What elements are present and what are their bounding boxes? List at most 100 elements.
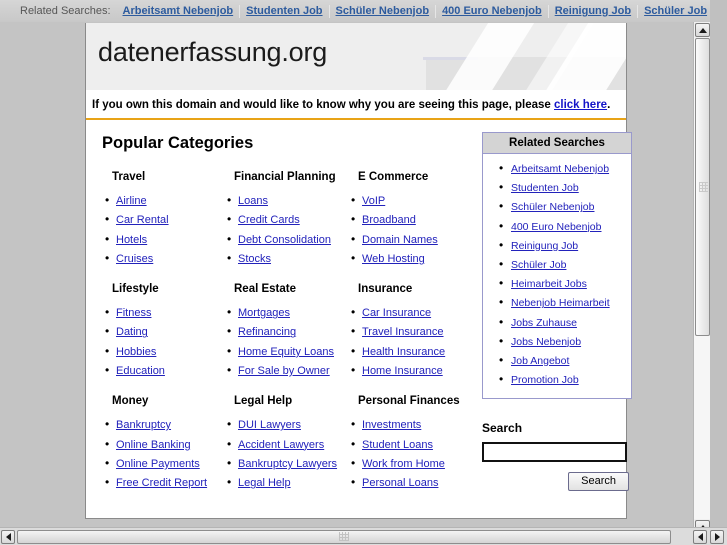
category-link[interactable]: Web Hosting — [362, 253, 425, 265]
sidebar-search-link[interactable]: Reinigung Job — [511, 240, 578, 252]
category-link[interactable]: Home Insurance — [362, 365, 443, 377]
triangle-left-icon — [697, 533, 703, 541]
category-link[interactable]: Refinancing — [238, 326, 296, 338]
category-link[interactable]: Car Rental — [116, 214, 169, 226]
category-link[interactable]: Domain Names — [362, 234, 438, 246]
owner-notice-link[interactable]: click here — [554, 99, 607, 111]
popular-categories-heading: Popular Categories — [102, 134, 254, 152]
category-link[interactable]: VoIP — [362, 195, 385, 207]
top-search-link-0[interactable]: Arbeitsamt Nebenjob — [118, 5, 239, 17]
list-item: Domain Names — [351, 230, 468, 250]
related-searches-list: Arbeitsamt Nebenjob Studenten Job Schüle… — [483, 154, 631, 398]
category-link[interactable]: Health Insurance — [362, 346, 445, 358]
owner-notice: If you own this domain and would like to… — [86, 91, 626, 118]
category-link[interactable]: Student Loans — [362, 439, 433, 451]
category-row: Lifestyle Fitness Dating Hobbies Educati… — [100, 283, 468, 381]
brand-header: datenerfassung.org — [86, 23, 626, 91]
list-item: Promotion Job — [499, 370, 627, 390]
top-search-link-3[interactable]: 400 Euro Nebenjob — [437, 5, 547, 17]
category-link[interactable]: Work from Home — [362, 458, 445, 470]
category-link[interactable]: Bankruptcy — [116, 419, 171, 431]
category-link-list: Airline Car Rental Hotels Cruises — [100, 191, 222, 269]
category-link-list: Car Insurance Travel Insurance Health In… — [346, 303, 468, 381]
top-search-link-2[interactable]: Schüler Nebenjob — [331, 5, 435, 17]
list-item: Schüler Job — [499, 255, 627, 275]
scroll-left-button-secondary[interactable] — [693, 530, 707, 544]
list-item: Hotels — [105, 230, 222, 250]
scroll-left-button[interactable] — [1, 530, 15, 544]
vertical-scrollbar[interactable] — [693, 22, 710, 527]
domain-title: datenerfassung.org — [98, 37, 328, 67]
sidebar-search-link[interactable]: Promotion Job — [511, 374, 579, 386]
sidebar: Related Searches Arbeitsamt Nebenjob Stu… — [468, 132, 632, 508]
category-link[interactable]: Home Equity Loans — [238, 346, 334, 358]
category-link[interactable]: Airline — [116, 195, 147, 207]
search-widget: Search Search — [482, 421, 632, 492]
category-link[interactable]: Broadband — [362, 214, 416, 226]
category-title: Insurance — [358, 283, 413, 296]
category-group-financial-planning: Financial Planning Loans Credit Cards De… — [222, 171, 346, 269]
category-link[interactable]: Online Banking — [116, 439, 191, 451]
top-search-link-4[interactable]: Reinigung Job — [550, 5, 636, 17]
category-link-list: VoIP Broadband Domain Names Web Hosting — [346, 191, 468, 269]
category-group-real-estate: Real Estate Mortgages Refinancing Home E… — [222, 283, 346, 381]
scroll-up-button[interactable] — [695, 23, 710, 37]
category-group-lifestyle: Lifestyle Fitness Dating Hobbies Educati… — [100, 283, 222, 381]
list-item: Studenten Job — [499, 178, 627, 198]
separator — [547, 4, 549, 18]
top-search-link-1[interactable]: Studenten Job — [241, 5, 327, 17]
search-label: Search — [482, 421, 523, 436]
scroll-up-button-secondary[interactable] — [695, 520, 710, 527]
search-input[interactable] — [482, 442, 627, 463]
category-link[interactable]: Bankruptcy Lawyers — [238, 458, 337, 470]
separator — [637, 4, 639, 18]
list-item: Education — [105, 361, 222, 381]
category-link[interactable]: Dating — [116, 326, 148, 338]
category-row: Money Bankruptcy Online Banking Online P… — [100, 395, 468, 493]
list-item: Fitness — [105, 303, 222, 323]
search-button[interactable]: Search — [568, 472, 629, 492]
category-link[interactable]: Investments — [362, 419, 421, 431]
category-link[interactable]: Personal Loans — [362, 477, 438, 489]
scroll-right-button[interactable] — [710, 530, 724, 544]
category-link[interactable]: Car Insurance — [362, 307, 431, 319]
category-link[interactable]: Education — [116, 365, 165, 377]
horizontal-scroll-thumb[interactable] — [17, 530, 671, 544]
category-link[interactable]: Stocks — [238, 253, 271, 265]
category-link[interactable]: Cruises — [116, 253, 153, 265]
sidebar-search-link[interactable]: Job Angebot — [511, 355, 569, 367]
sidebar-search-link[interactable]: Studenten Job — [511, 182, 579, 194]
triangle-left-icon — [5, 533, 11, 541]
list-item: Work from Home — [351, 454, 468, 474]
top-search-link-5[interactable]: Schüler Job — [639, 5, 710, 17]
category-link[interactable]: Mortgages — [238, 307, 290, 319]
list-item: VoIP — [351, 191, 468, 211]
sidebar-search-link[interactable]: Schüler Job — [511, 259, 566, 271]
category-link[interactable]: DUI Lawyers — [238, 419, 301, 431]
sidebar-search-link[interactable]: Arbeitsamt Nebenjob — [511, 163, 609, 175]
list-item: Loans — [227, 191, 346, 211]
sidebar-search-link[interactable]: Schüler Nebenjob — [511, 201, 594, 213]
category-link[interactable]: Legal Help — [238, 477, 291, 489]
list-item: Accident Lawyers — [227, 435, 346, 455]
category-link[interactable]: Free Credit Report — [116, 477, 207, 489]
list-item: Personal Loans — [351, 473, 468, 493]
category-link[interactable]: Hotels — [116, 234, 147, 246]
category-link[interactable]: Hobbies — [116, 346, 156, 358]
category-link[interactable]: Accident Lawyers — [238, 439, 324, 451]
sidebar-search-link[interactable]: Heimarbeit Jobs — [511, 278, 587, 290]
category-link-list: Bankruptcy Online Banking Online Payment… — [100, 415, 222, 493]
sidebar-search-link[interactable]: Jobs Zuhause — [511, 317, 577, 329]
sidebar-search-link[interactable]: Nebenjob Heimarbeit — [511, 297, 610, 309]
category-link[interactable]: Travel Insurance — [362, 326, 444, 338]
category-link[interactable]: Loans — [238, 195, 268, 207]
category-link[interactable]: Online Payments — [116, 458, 200, 470]
category-link[interactable]: Debt Consolidation — [238, 234, 331, 246]
sidebar-search-link[interactable]: 400 Euro Nebenjob — [511, 221, 602, 233]
sidebar-search-link[interactable]: Jobs Nebenjob — [511, 336, 581, 348]
vertical-scroll-thumb[interactable] — [695, 38, 710, 336]
category-link[interactable]: For Sale by Owner — [238, 365, 330, 377]
horizontal-scrollbar[interactable] — [0, 527, 727, 545]
category-link[interactable]: Fitness — [116, 307, 151, 319]
category-link[interactable]: Credit Cards — [238, 214, 300, 226]
